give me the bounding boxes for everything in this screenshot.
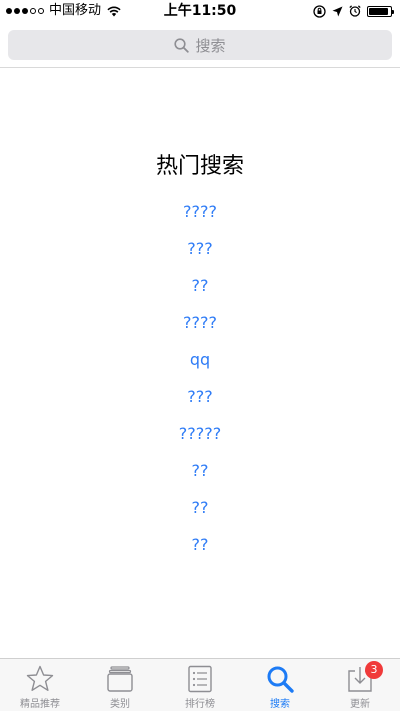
status-right <box>313 0 394 22</box>
tab-categories[interactable]: 类别 <box>80 659 160 711</box>
tab-label: 精品推荐 <box>20 699 60 710</box>
orientation-lock-icon <box>313 4 326 18</box>
tab-label: 类别 <box>110 699 130 710</box>
hot-search-item[interactable]: ?? <box>0 530 400 567</box>
hot-search-item[interactable]: ???? <box>0 197 400 234</box>
categories-icon <box>107 666 133 692</box>
hot-search-item[interactable]: ?? <box>0 271 400 308</box>
tab-label: 排行榜 <box>185 699 215 710</box>
hot-search-item[interactable]: qq <box>0 345 400 382</box>
hot-search-item[interactable]: ?? <box>0 456 400 493</box>
hot-search-section: 热门搜索 ???? ??? ?? ???? qq ??? ????? ?? ??… <box>0 69 400 658</box>
hot-search-item[interactable]: ??? <box>0 382 400 419</box>
list-icon <box>188 665 212 693</box>
battery-fill <box>369 7 388 15</box>
hot-search-title: 热门搜索 <box>155 154 244 179</box>
search-input[interactable]: 搜索 <box>8 30 392 60</box>
tab-top-charts[interactable]: 排行榜 <box>160 659 240 711</box>
tab-label: 搜索 <box>270 699 290 710</box>
search-placeholder: 搜索 <box>195 36 226 55</box>
hot-search-item[interactable]: ?? <box>0 493 400 530</box>
updates-badge: 3 <box>365 661 383 679</box>
star-icon <box>26 665 54 691</box>
alarm-icon <box>349 5 361 17</box>
location-arrow-icon <box>332 6 343 16</box>
tab-bar: 精品推荐 类别 排行榜 搜索 3 更新 <box>0 658 400 711</box>
hot-search-list: ???? ??? ?? ???? qq ??? ????? ?? ?? ?? <box>0 197 400 567</box>
tab-search[interactable]: 搜索 <box>240 659 320 711</box>
tab-label: 更新 <box>350 699 370 710</box>
tab-featured[interactable]: 精品推荐 <box>0 659 80 711</box>
status-bar: 中国移动 上午11:50 <box>0 0 400 22</box>
tab-updates[interactable]: 3 更新 <box>320 659 400 711</box>
hot-search-item[interactable]: ????? <box>0 419 400 456</box>
hot-search-item[interactable]: ??? <box>0 234 400 271</box>
hot-search-item[interactable]: ???? <box>0 308 400 345</box>
search-bar-container: 搜索 <box>0 22 400 68</box>
battery-icon <box>367 5 394 17</box>
search-icon <box>174 37 190 53</box>
app-store-search-screen: 中国移动 上午11:50 搜索 热门搜索 ???? ??? ?? ???? qq… <box>0 0 400 711</box>
search-icon <box>267 666 294 693</box>
